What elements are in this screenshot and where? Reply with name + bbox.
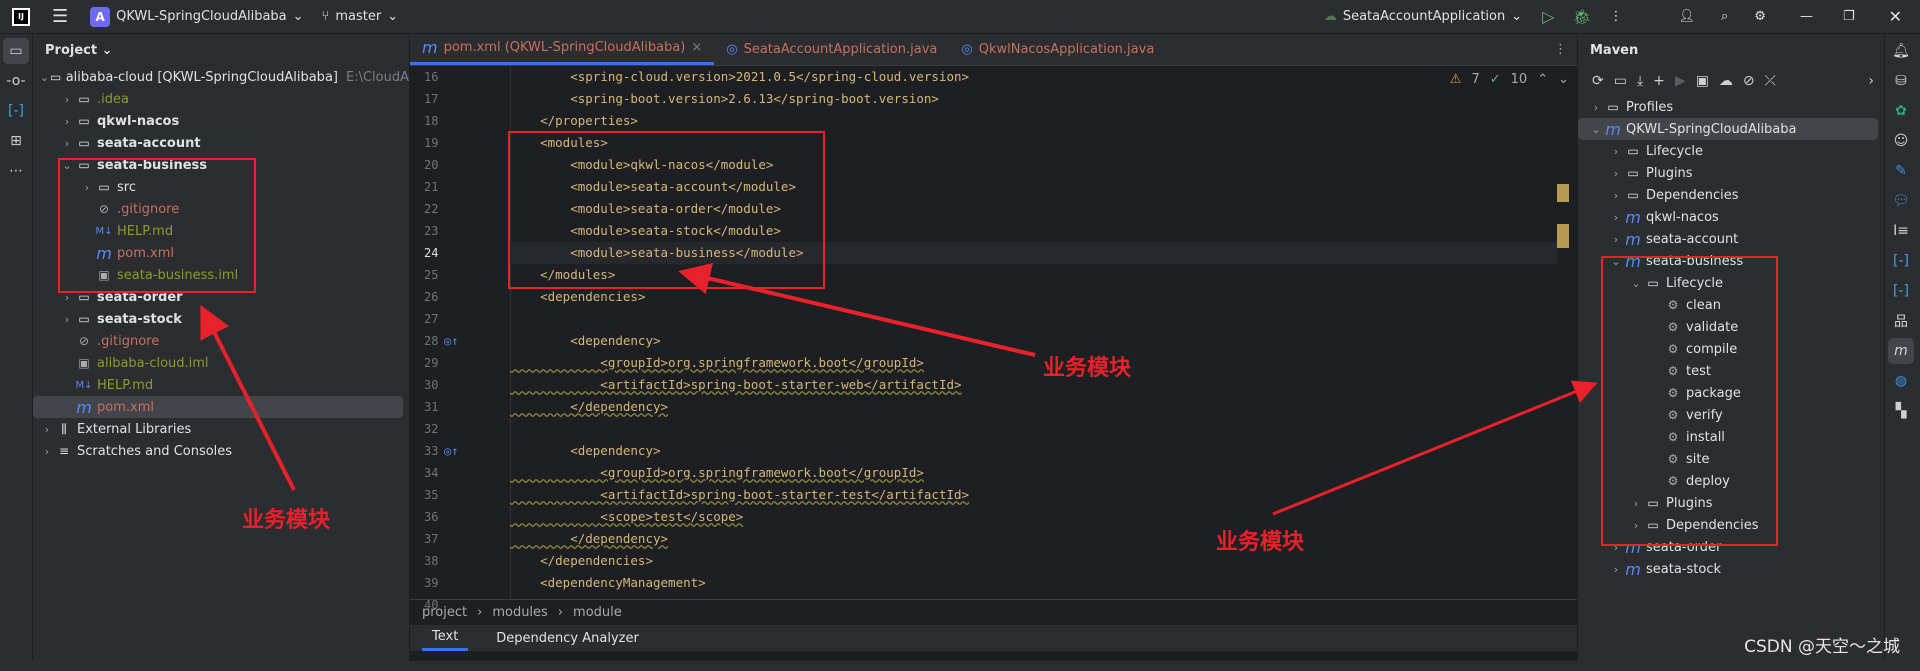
annotation-arrow-editor (678, 262, 1036, 357)
annotation-arrow-project (200, 304, 296, 491)
watermark: CSDN @天空～之城 (1744, 637, 1900, 657)
annotation-label-project: 业务模块 (242, 508, 331, 533)
annotation-arrows (200, 262, 1598, 516)
annotation-arrow-maven (1272, 380, 1598, 516)
annotation-label-editor: 业务模块 (1043, 356, 1132, 381)
annotation-label-maven: 业务模块 (1216, 530, 1305, 555)
